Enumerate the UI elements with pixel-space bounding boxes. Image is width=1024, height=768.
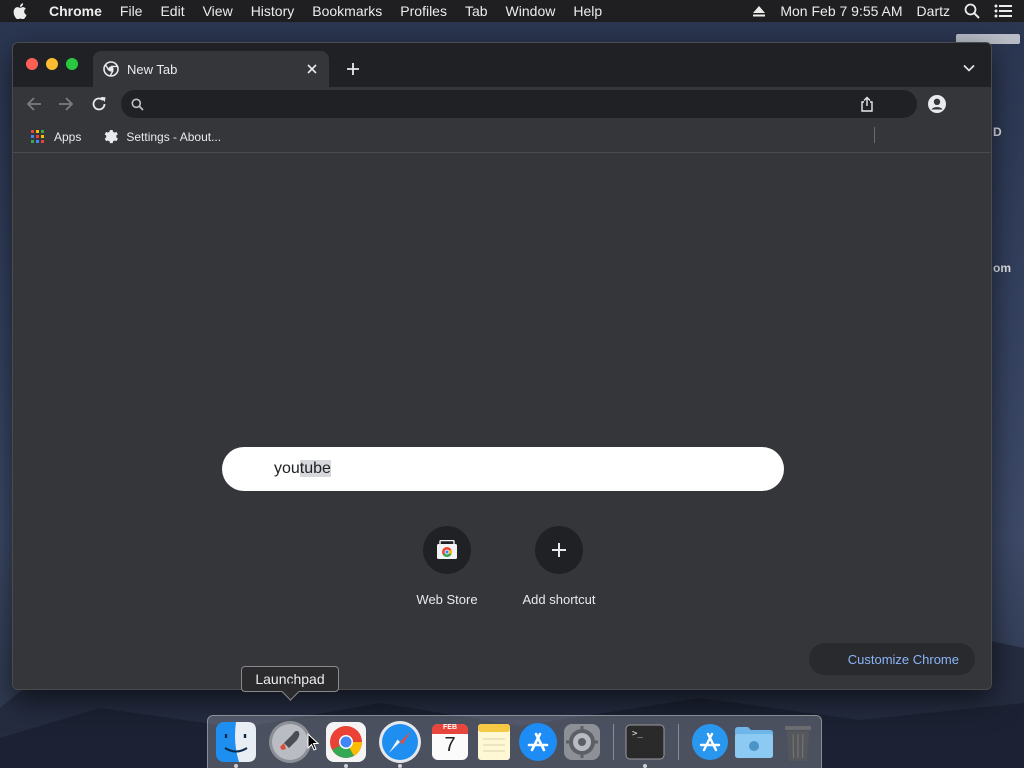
window-controls: [26, 58, 78, 70]
menubar-user[interactable]: Dartz: [910, 3, 957, 19]
mouse-cursor-icon: [307, 733, 319, 751]
running-indicator: [234, 764, 238, 768]
chrome-window: New Tab Apps Settings - About... youtube…: [12, 42, 992, 690]
menu-window[interactable]: Window: [497, 3, 565, 19]
new-tab-page: youtube Web Store Add shortcut Customize…: [13, 154, 991, 689]
browser-toolbar: [13, 87, 991, 121]
finder-icon[interactable]: [214, 720, 258, 764]
launchpad-icon[interactable]: [268, 720, 312, 764]
menu-app-name[interactable]: Chrome: [40, 3, 111, 19]
system-preferences-icon[interactable]: [560, 720, 604, 764]
ntp-search-autocomplete: tube: [299, 460, 331, 477]
ntp-search-text[interactable]: youtube: [274, 460, 331, 478]
apps-grid-icon: [30, 129, 46, 145]
reload-button[interactable]: [87, 92, 111, 116]
apple-menu-icon[interactable]: [0, 3, 40, 19]
chrome-favicon-icon: [103, 61, 119, 77]
bookmark-label: Apps: [54, 129, 82, 144]
calendar-month: FEB: [443, 724, 457, 731]
bookmark-apps[interactable]: Apps: [26, 125, 85, 149]
menu-edit[interactable]: Edit: [151, 3, 193, 19]
address-bar[interactable]: [121, 90, 917, 118]
ntp-search-typed: you: [274, 460, 300, 477]
terminal-prompt: >_: [632, 729, 643, 739]
customize-chrome-label: Customize Chrome: [847, 651, 959, 667]
calendar-day: 7: [444, 734, 456, 756]
search-icon: [131, 97, 145, 111]
shortcut-web-store[interactable]: Web Store: [391, 524, 503, 614]
running-indicator: [344, 764, 348, 768]
menu-bar: Chrome File Edit View History Bookmarks …: [0, 0, 1024, 22]
tab-strip: New Tab: [13, 43, 991, 87]
notes-icon[interactable]: [472, 720, 516, 764]
minimize-window-button[interactable]: [46, 58, 58, 70]
tooltip-text: Launchpad: [255, 671, 325, 687]
desktop-icons-peek: D om: [956, 34, 1024, 700]
menu-history[interactable]: History: [242, 3, 304, 19]
bookmarks-bar: Apps Settings - About...: [13, 121, 991, 153]
bookmarks-divider: [874, 127, 875, 143]
desktop-icon-label: om: [993, 261, 1011, 275]
shortcut-label: Add shortcut: [522, 592, 596, 607]
ntp-search-box[interactable]: youtube: [222, 447, 784, 491]
gear-icon: [102, 129, 118, 145]
profile-avatar-icon[interactable]: [925, 92, 949, 116]
dock-separator: [678, 724, 679, 760]
share-icon[interactable]: [857, 94, 877, 114]
menu-bookmarks[interactable]: Bookmarks: [303, 3, 391, 19]
close-window-button[interactable]: [26, 58, 38, 70]
forward-button[interactable]: [54, 92, 78, 116]
dock-tooltip: Launchpad: [241, 666, 339, 692]
applications-folder-icon[interactable]: [688, 720, 732, 764]
close-tab-icon[interactable]: [301, 58, 323, 80]
shortcut-add[interactable]: Add shortcut: [503, 524, 615, 614]
tab-title: New Tab: [127, 61, 178, 77]
web-store-icon: [423, 526, 471, 574]
plus-icon: [535, 526, 583, 574]
trash-icon[interactable]: [776, 720, 820, 764]
address-input[interactable]: [153, 96, 857, 112]
control-center-icon[interactable]: [987, 4, 1024, 18]
tab-search-chevron-down-icon[interactable]: [959, 58, 979, 78]
terminal-icon[interactable]: >_: [623, 720, 667, 764]
bookmark-settings-about[interactable]: Settings - About...: [98, 125, 225, 149]
menu-view[interactable]: View: [194, 3, 242, 19]
customize-chrome-button[interactable]: Customize Chrome: [809, 643, 975, 675]
running-indicator: [643, 764, 647, 768]
spotlight-search-icon[interactable]: [957, 3, 987, 19]
dock-separator: [613, 724, 614, 760]
running-indicator: [398, 764, 402, 768]
tab-new-tab[interactable]: New Tab: [93, 51, 329, 87]
menu-file[interactable]: File: [111, 3, 152, 19]
safari-icon[interactable]: [378, 720, 422, 764]
menu-tab[interactable]: Tab: [456, 3, 497, 19]
menubar-clock[interactable]: Mon Feb 7 9:55 AM: [773, 3, 909, 19]
desktop-icon-label: D: [993, 125, 1002, 139]
back-button[interactable]: [22, 92, 46, 116]
eject-icon[interactable]: [745, 5, 773, 17]
dock: FEB 7 >_: [207, 715, 822, 768]
chrome-icon[interactable]: [324, 720, 368, 764]
downloads-folder-icon[interactable]: [732, 720, 776, 764]
zoom-window-button[interactable]: [66, 58, 78, 70]
shortcut-label: Web Store: [416, 592, 478, 607]
menu-profiles[interactable]: Profiles: [391, 3, 456, 19]
calendar-icon[interactable]: FEB 7: [428, 720, 472, 764]
app-store-icon[interactable]: [516, 720, 560, 764]
new-tab-button[interactable]: [341, 57, 365, 81]
menu-help[interactable]: Help: [564, 3, 611, 19]
bookmark-label: Settings - About...: [126, 129, 222, 144]
